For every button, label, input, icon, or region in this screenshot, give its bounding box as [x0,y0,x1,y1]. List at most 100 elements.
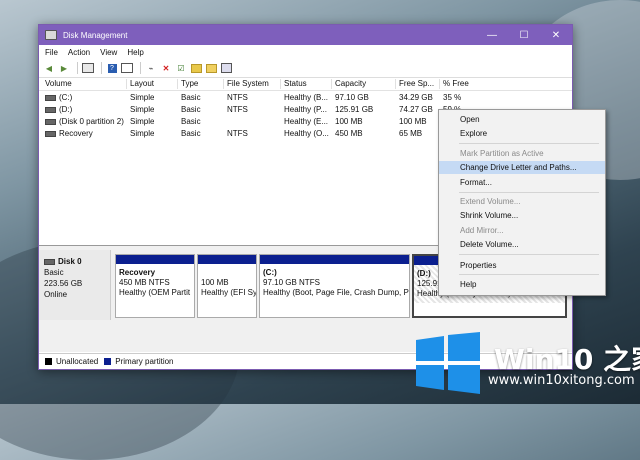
menu-view[interactable]: View [100,48,117,57]
volume-list-header: Volume Layout Type File System Status Ca… [39,78,572,91]
menu-item-delete-volume[interactable]: Delete Volume... [439,238,605,251]
help-icon[interactable]: ? [106,63,118,74]
maximize-button[interactable]: ☐ [508,25,540,45]
view-icon[interactable] [220,63,232,74]
menu-item-format[interactable]: Format... [439,176,605,189]
partition-size: 100 MB [201,278,229,287]
watermark: Win10 之家 www.win10xitong.com [408,324,640,404]
delete-icon[interactable]: ✕ [160,63,172,74]
status-cell: Healthy (B... [284,93,329,102]
partition-c[interactable]: (C:) 97.10 GB NTFS Healthy (Boot, Page F… [259,254,410,318]
menu-file[interactable]: File [45,48,58,57]
show-hide-console-icon[interactable] [82,63,94,74]
window-title: Disk Management [63,30,128,40]
volume-name-cell: (D:) [42,105,72,114]
menu-item-shrink-volume[interactable]: Shrink Volume... [439,209,605,222]
layout-cell: Simple [130,105,155,114]
menu-item-help[interactable]: Help [439,278,605,291]
status-cell: Healthy (P... [284,105,327,114]
legend-primary-partition: Primary partition [115,356,174,366]
free-space-cell: 100 MB [399,117,427,126]
volume-name: (Disk 0 partition 2) [59,117,124,126]
layout-cell: Simple [130,93,155,102]
status-cell: Healthy (E... [284,117,329,126]
percent-free-cell: 35 % [443,93,462,102]
connect-icon[interactable]: ⌁ [145,63,157,74]
disk-info[interactable]: Disk 0 Basic 223.56 GB Online [39,250,111,320]
partition-bar [260,255,409,264]
volume-name: (D:) [59,105,73,114]
watermark-brand: Win10 之家 [494,343,640,376]
menu-bar: File Action View Help [39,45,572,59]
volume-name-cell: (C:) [42,93,72,102]
toolbar: ◀ ▶ ? ⌁ ✕ ☑ [39,59,572,78]
legend-unallocated: Unallocated [56,356,99,366]
free-space-cell: 65 MB [399,129,423,138]
column-percent-free[interactable]: % Free [439,79,477,89]
partition-name: Recovery [119,268,156,277]
volume-name-cell: (Disk 0 partition 2) [42,117,124,126]
minimize-button[interactable]: — [476,25,508,45]
back-icon[interactable]: ◀ [43,63,55,74]
type-cell: Basic [181,93,201,102]
menu-item-extend-volume: Extend Volume... [460,197,521,206]
drive-icon [45,106,56,113]
menu-item-add-mirror: Add Mirror... [460,226,504,235]
menu-action[interactable]: Action [68,48,90,57]
free-space-cell: 74.27 GB [399,105,433,114]
folder-open-icon[interactable] [205,63,217,74]
partition-bar [198,255,256,264]
title-bar[interactable]: Disk Management — ☐ ✕ [39,25,572,45]
drive-icon [45,94,56,101]
menu-separator [459,254,599,255]
menu-item-open[interactable]: Open [439,113,605,126]
close-button[interactable]: ✕ [540,25,572,45]
volume-row[interactable]: (C:) Simple Basic NTFS Healthy (B... 97.… [39,92,572,103]
menu-item-mark-active: Mark Partition as Active [460,149,544,158]
primary-partition-swatch [104,357,112,365]
disk-management-icon [45,30,57,40]
menu-item-change-drive-letter[interactable]: Change Drive Letter and Paths... [439,161,605,174]
capacity-cell: 125.91 GB [335,105,374,114]
column-capacity[interactable]: Capacity [331,79,391,89]
type-cell: Basic [181,117,201,126]
type-cell: Basic [181,129,201,138]
partition-efi[interactable]: 100 MB Healthy (EFI Sy [197,254,257,318]
capacity-cell: 100 MB [335,117,363,126]
properties-icon[interactable] [121,63,133,74]
menu-separator [459,192,599,193]
layout-cell: Simple [130,117,155,126]
partition-size: 450 MB NTFS [119,278,170,287]
context-menu: Open Explore Mark Partition as Active Ch… [438,109,606,296]
column-type[interactable]: Type [177,79,221,89]
column-file-system[interactable]: File System [223,79,277,89]
partition-status: Healthy (OEM Partit [119,288,191,297]
menu-item-explore[interactable]: Explore [439,127,605,140]
checklist-icon[interactable]: ☑ [175,63,187,74]
menu-help[interactable]: Help [127,48,143,57]
menu-item-properties[interactable]: Properties [439,259,605,272]
folder-icon[interactable] [190,63,202,74]
fs-cell: NTFS [227,93,248,102]
free-space-cell: 34.29 GB [399,93,433,102]
disk-size: 223.56 GB [44,279,83,288]
column-status[interactable]: Status [280,79,328,89]
partition-recovery[interactable]: Recovery 450 MB NTFS Healthy (OEM Partit [115,254,195,318]
column-layout[interactable]: Layout [126,79,174,89]
windows-logo-icon [416,332,480,394]
partition-status: Healthy (EFI Sy [201,288,256,297]
capacity-cell: 450 MB [335,129,363,138]
toolbar-separator [101,62,102,74]
layout-cell: Simple [130,129,155,138]
disk-state: Online [44,290,68,299]
watermark-url: www.win10xitong.com [488,373,635,388]
disk-type: Basic [44,268,64,277]
menu-separator [459,143,599,144]
column-volume[interactable]: Volume [42,79,125,89]
disk-icon [44,258,55,265]
volume-name-cell: Recovery [42,129,93,138]
column-free-space[interactable]: Free Sp... [395,79,437,89]
forward-icon[interactable]: ▶ [58,63,70,74]
volume-name: (C:) [59,93,73,102]
toolbar-separator [140,62,141,74]
